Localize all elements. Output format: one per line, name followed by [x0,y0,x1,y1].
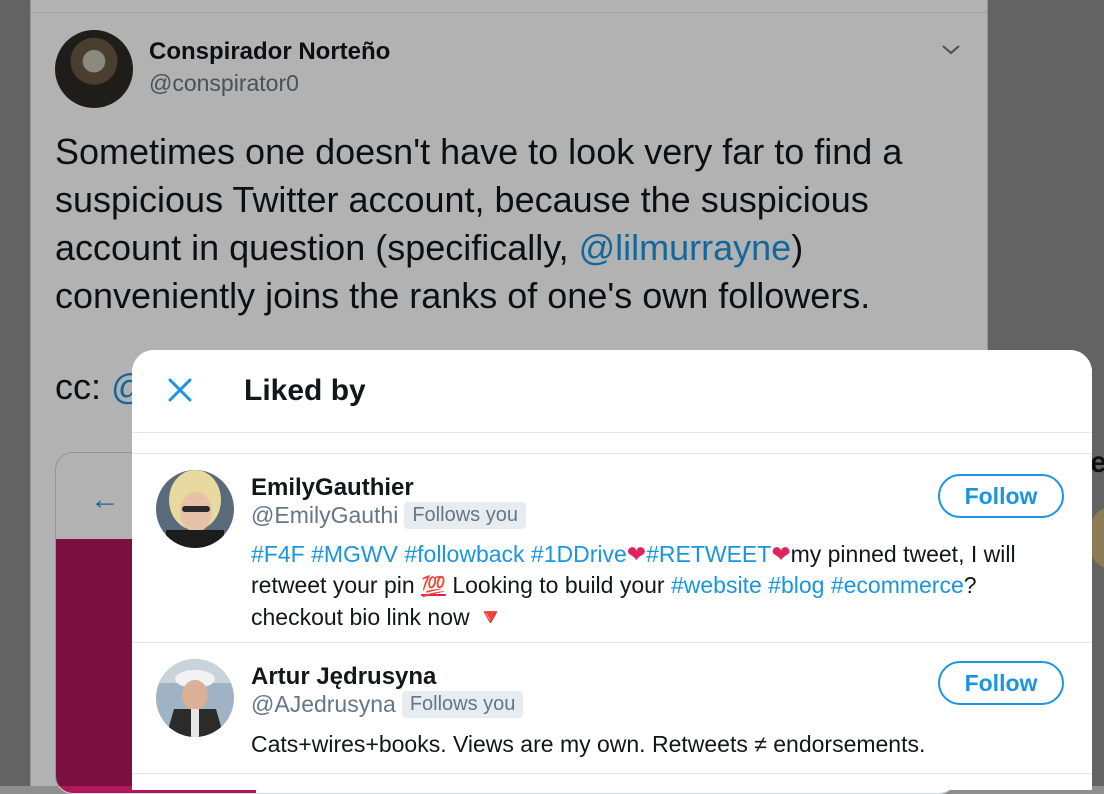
user-name[interactable]: EmilyGauthier [251,474,414,502]
list-item [132,433,1092,454]
user-bio: #F4F #MGWV #followback #1DDrive❤#RETWEET… [251,539,1071,632]
modal-header: Liked by [132,350,1092,433]
follows-you-badge: Follows you [404,502,526,529]
user-bio: Cats+wires+books. Views are my own. Retw… [251,731,926,757]
user-handle[interactable]: @EmilyGauthi [251,502,398,528]
list-item[interactable]: Artur Jędrusyna @AJedrusyna Follows you F… [132,643,1092,774]
close-icon[interactable] [164,374,196,406]
modal-title: Liked by [244,374,366,407]
hashtags[interactable]: #F4F #MGWV #followback #1DDrive [251,541,627,567]
red-triangle-icon: 🔻 [476,604,505,630]
heart-emoji-icon: ❤ [771,542,791,568]
avatar[interactable] [156,659,234,737]
follows-you-badge: Follows you [401,691,524,718]
user-handle-line: @EmilyGauthi Follows you [251,502,526,529]
hashtags[interactable]: #website #blog #ecommerce [671,572,964,598]
follow-button[interactable]: Follow [938,474,1064,518]
user-name[interactable]: Artur Jędrusyna [251,663,436,691]
hundred-emoji-icon: 💯 [421,576,446,598]
follow-button[interactable]: Follow [938,661,1064,705]
user-handle-line: @AJedrusyna Follows you [251,691,524,718]
avatar[interactable] [156,470,234,548]
liked-by-modal: Liked by EmilyGauthier @EmilyGauthi Follo… [132,350,1092,790]
heart-emoji-icon: ❤ [626,542,647,568]
user-handle[interactable]: @AJedrusyna [251,691,396,717]
list-item[interactable]: EmilyGauthier @EmilyGauthi Follows you Fo… [132,454,1092,643]
bio-text: Looking to build your [445,572,671,598]
hashtag-retweet[interactable]: #RETWEET [646,541,771,567]
